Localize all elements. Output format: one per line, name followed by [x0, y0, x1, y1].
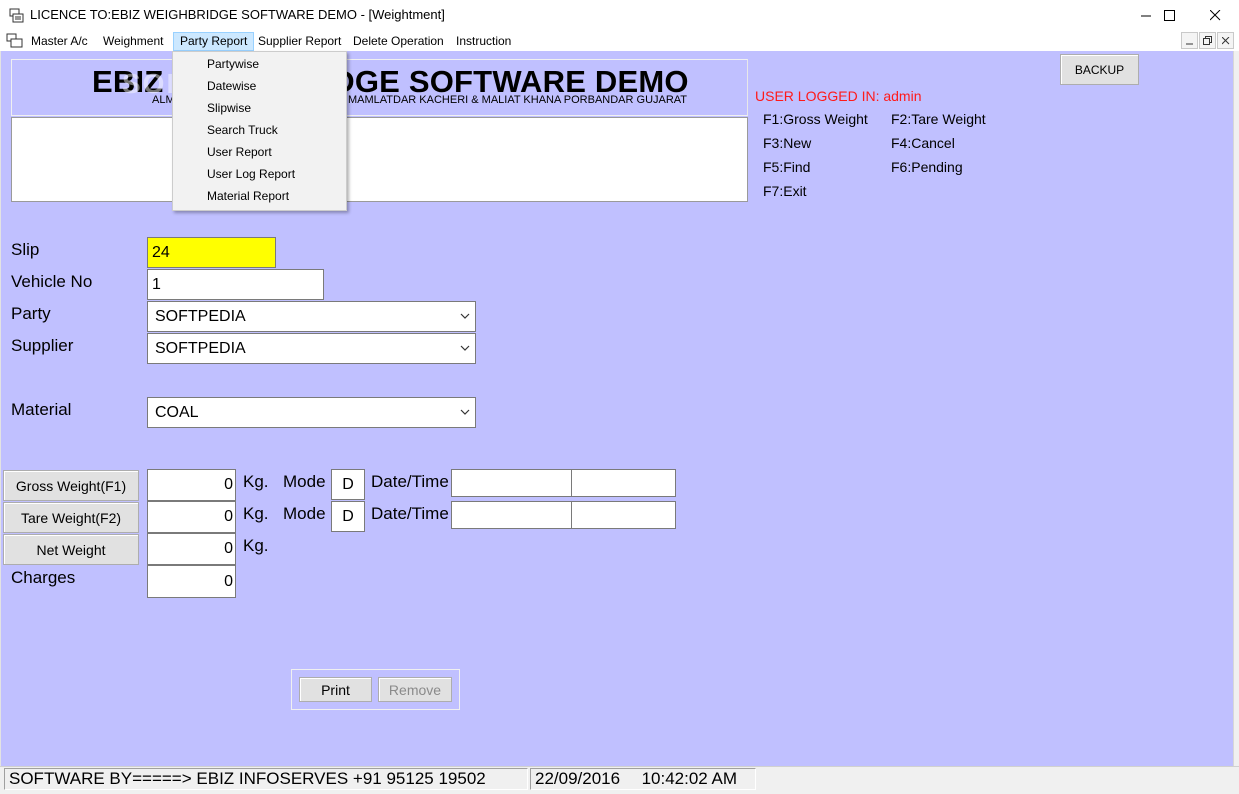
app-icon	[9, 8, 24, 23]
tare-weight-field[interactable]: 0	[147, 501, 236, 533]
menu-item-user-report[interactable]: User Report	[207, 145, 272, 159]
mdi-close-button[interactable]	[1217, 32, 1234, 49]
hotkey-f1: F1:Gross Weight	[763, 111, 868, 127]
charges-field[interactable]: 0	[147, 565, 236, 598]
party-label: Party	[11, 304, 51, 323]
status-datetime: 22/09/2016 10:42:02 AM	[530, 768, 756, 790]
menu-party-report[interactable]: Party Report	[173, 32, 255, 51]
charges-label: Charges	[11, 568, 76, 587]
weight-display-box	[11, 117, 748, 202]
gross-weight-field[interactable]: 0	[147, 469, 236, 501]
minimize-icon	[1185, 43, 1193, 44]
tare-time-field[interactable]	[571, 501, 676, 529]
vehicle-no-field[interactable]: 1	[147, 269, 324, 300]
hotkey-f4: F4:Cancel	[891, 135, 955, 151]
gross-time-field[interactable]	[571, 469, 676, 497]
hotkey-f2: F2:Tare Weight	[891, 111, 986, 127]
menu-instruction[interactable]: Instruction	[450, 32, 517, 51]
menu-item-datewise[interactable]: Datewise	[207, 79, 256, 93]
menu-item-slipwise[interactable]: Slipwise	[207, 101, 251, 115]
chevron-down-icon	[460, 409, 470, 415]
slip-label: Slip	[11, 240, 40, 259]
mdi-restore-button[interactable]	[1199, 32, 1216, 49]
material-label: Material	[11, 400, 72, 419]
menu-master-ac[interactable]: Master A/c	[25, 32, 94, 51]
status-date: 22/09/2016	[535, 769, 621, 788]
vehicle-no-label: Vehicle No	[11, 272, 93, 291]
maximize-icon	[1163, 10, 1175, 21]
party-value: SOFTPEDIA	[155, 307, 246, 325]
gross-weight-button[interactable]: Gross Weight(F1)	[3, 470, 139, 501]
company-header: EBIZ WEIGHBRIDGE SOFTWARE DEMO SOFTPEDIA…	[11, 59, 748, 116]
close-icon	[1209, 10, 1220, 21]
menu-item-search-truck[interactable]: Search Truck	[207, 123, 278, 137]
tare-mode-label: Mode	[283, 504, 326, 523]
restore-icon	[1203, 36, 1212, 45]
status-time: 10:42:02 AM	[641, 769, 738, 788]
gross-mode-field[interactable]: D	[331, 469, 365, 500]
tare-mode-field[interactable]: D	[331, 501, 365, 532]
hotkey-f5: F5:Find	[763, 159, 811, 175]
window-edge	[1233, 51, 1239, 766]
print-button[interactable]: Print	[299, 677, 372, 702]
hotkey-f6: F6:Pending	[891, 159, 963, 175]
maximize-button[interactable]	[1146, 0, 1192, 31]
net-weight-button[interactable]: Net Weight	[3, 534, 139, 565]
menu-item-user-log-report[interactable]: User Log Report	[207, 167, 295, 181]
menu-bar: Master A/c Weighment Party Report Suppli…	[0, 31, 1239, 51]
chevron-down-icon	[460, 345, 470, 351]
menu-item-material-report[interactable]: Material Report	[207, 189, 289, 203]
close-icon	[1221, 36, 1229, 44]
chevron-down-icon	[460, 313, 470, 319]
hotkey-f3: F3:New	[763, 135, 812, 151]
material-value: COAL	[155, 403, 199, 421]
gross-mode-label: Mode	[283, 472, 326, 491]
tare-datetime-label: Date/Time	[371, 504, 449, 523]
tare-unit-label: Kg.	[243, 504, 269, 523]
backup-button[interactable]: BACKUP	[1060, 54, 1139, 85]
menu-delete-operation[interactable]: Delete Operation	[347, 32, 450, 51]
supplier-label: Supplier	[11, 336, 74, 355]
user-logged-in: USER LOGGED IN: admin	[755, 88, 922, 104]
party-select[interactable]: SOFTPEDIA	[147, 301, 476, 332]
mdi-minimize-button[interactable]	[1181, 32, 1198, 49]
menu-weighment[interactable]: Weighment	[97, 32, 169, 51]
menu-supplier-report[interactable]: Supplier Report	[252, 32, 347, 51]
document-icon[interactable]	[6, 33, 24, 48]
close-button[interactable]	[1192, 0, 1238, 31]
window-title: LICENCE TO:EBIZ WEIGHBRIDGE SOFTWARE DEM…	[30, 7, 445, 22]
supplier-select[interactable]: SOFTPEDIA	[147, 333, 476, 364]
tare-date-field[interactable]	[451, 501, 572, 529]
gross-datetime-label: Date/Time	[371, 472, 449, 491]
party-report-menu: Partywise Datewise Slipwise Search Truck…	[172, 51, 347, 211]
menu-item-partywise[interactable]: Partywise	[207, 57, 259, 71]
slip-field[interactable]: 24	[147, 237, 276, 268]
supplier-value: SOFTPEDIA	[155, 339, 246, 357]
material-select[interactable]: COAL	[147, 397, 476, 428]
net-unit-label: Kg.	[243, 536, 269, 555]
tare-weight-button[interactable]: Tare Weight(F2)	[3, 502, 139, 533]
hotkey-f7: F7:Exit	[763, 183, 807, 199]
gross-unit-label: Kg.	[243, 472, 269, 491]
remove-button[interactable]: Remove	[378, 677, 452, 702]
net-weight-field[interactable]: 0	[147, 533, 236, 565]
title-bar: LICENCE TO:EBIZ WEIGHBRIDGE SOFTWARE DEM…	[0, 0, 1239, 31]
gross-date-field[interactable]	[451, 469, 572, 497]
status-software-by: SOFTWARE BY=====> EBIZ INFOSERVES +91 95…	[4, 768, 528, 790]
